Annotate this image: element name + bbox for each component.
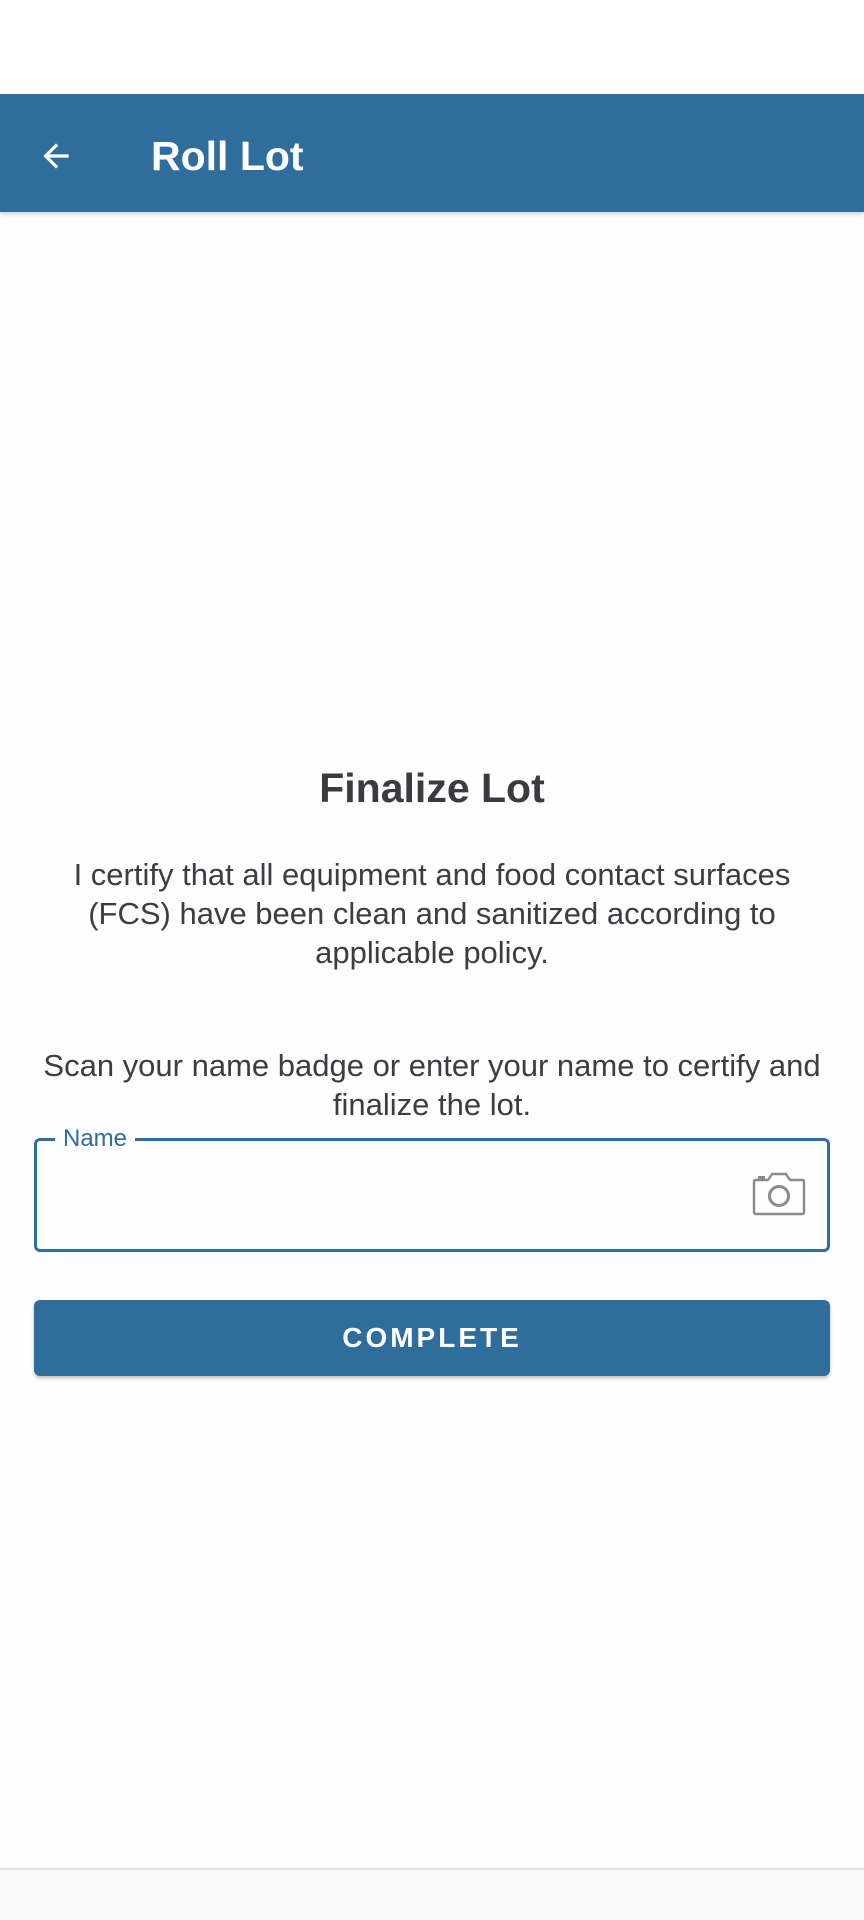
certification-text: I certify that all equipment and food co… bbox=[73, 857, 791, 970]
app-bar: Roll Lot bbox=[0, 94, 864, 212]
name-field: Name bbox=[34, 1124, 830, 1252]
finalize-lot-panel: Finalize Lot I certify that all equipmen… bbox=[0, 212, 864, 1868]
complete-button[interactable]: COMPLETE bbox=[34, 1300, 830, 1376]
back-button[interactable] bbox=[24, 124, 88, 188]
instruction-text: Scan your name badge or enter your name … bbox=[43, 1048, 821, 1122]
arrow-left-icon bbox=[43, 143, 69, 169]
name-field-label: Name bbox=[55, 1124, 136, 1154]
status-bar bbox=[0, 0, 864, 94]
system-nav-bar bbox=[0, 1870, 864, 1920]
camera-icon bbox=[752, 1172, 806, 1216]
scan-badge-button[interactable] bbox=[751, 1167, 807, 1219]
section-title: Finalize Lot bbox=[319, 765, 545, 811]
name-input[interactable] bbox=[59, 1169, 739, 1223]
page-title: Roll Lot bbox=[151, 133, 304, 179]
